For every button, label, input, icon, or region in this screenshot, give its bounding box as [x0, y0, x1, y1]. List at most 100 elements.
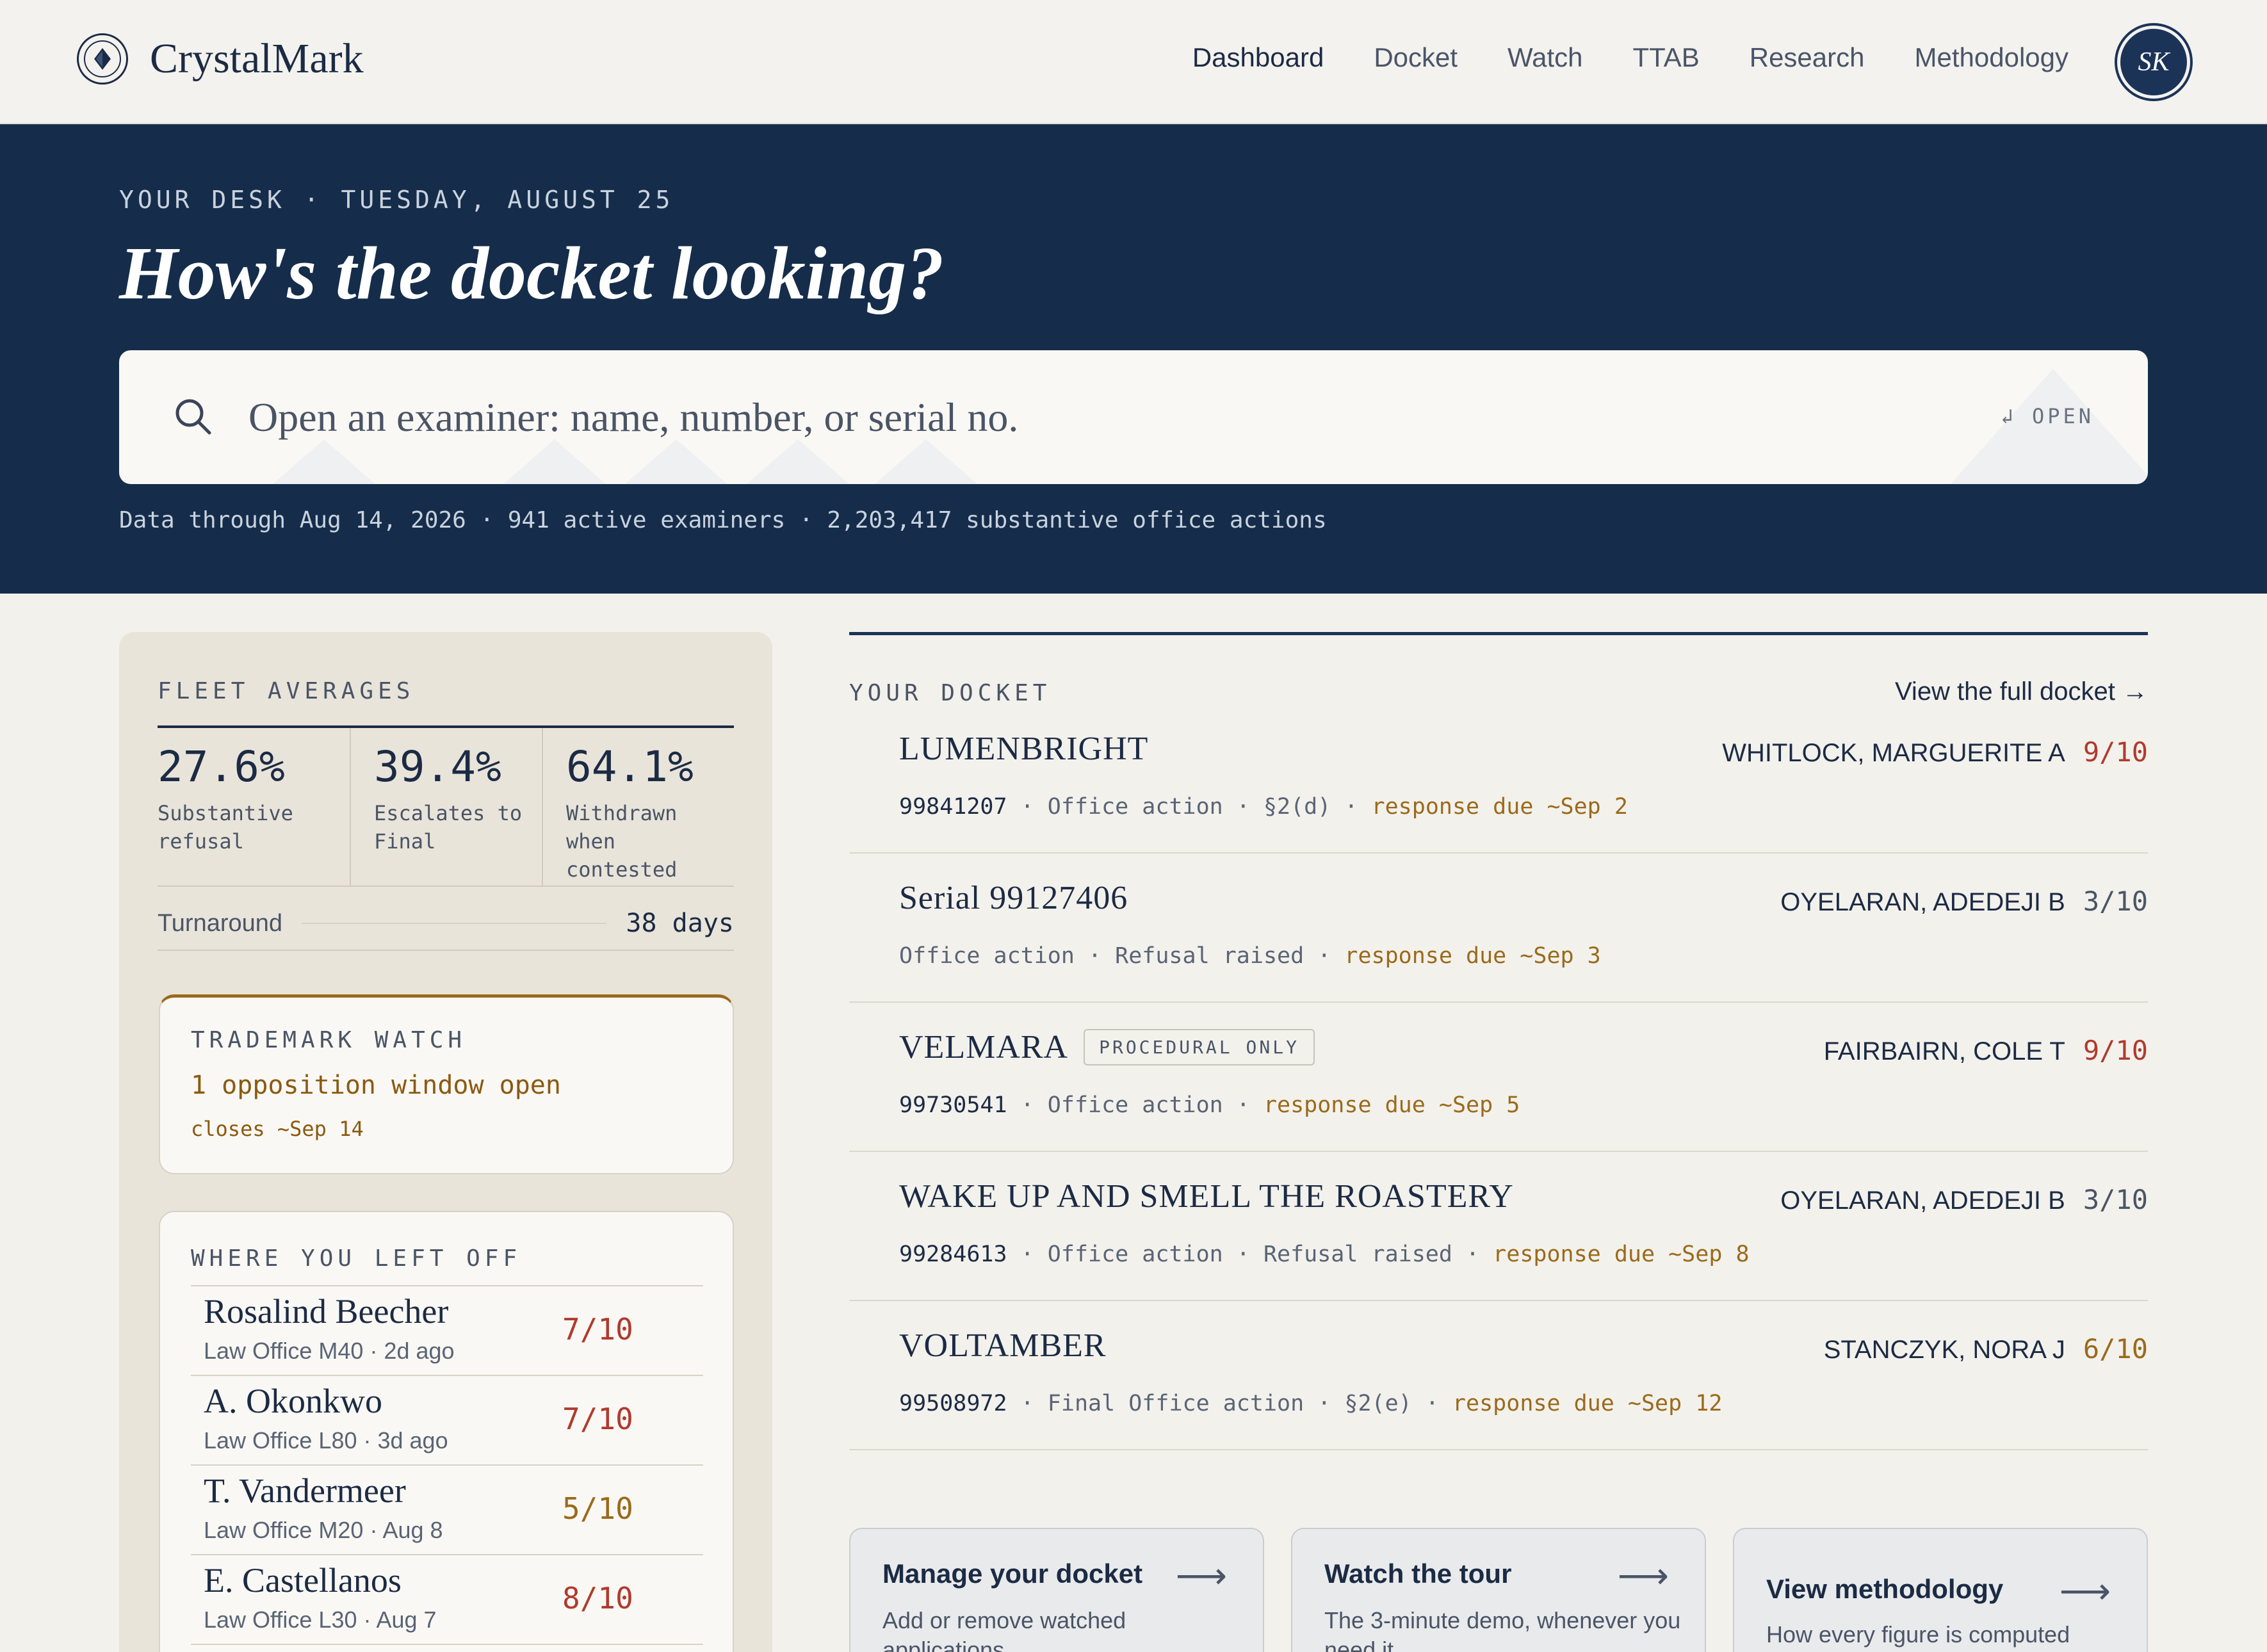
docket-row[interactable]: Serial 99127406 Office action · Refusal … [849, 854, 2148, 1003]
examiner-score: 8/10 [562, 1581, 633, 1616]
stat-value: 64.1% [566, 742, 694, 791]
view-full-docket-link[interactable]: View the full docket → [1895, 677, 2148, 706]
examiner-name[interactable]: STANCZYK, NORA J [1824, 1336, 2065, 1365]
stat-caption: Withdrawn when contested [566, 801, 678, 882]
examiner-score: 6/10 [2083, 1333, 2148, 1365]
search-input[interactable] [248, 382, 1914, 453]
divider [302, 923, 607, 924]
trademark-watch-card[interactable]: TRADEMARK WATCH 1 opposition window open… [159, 994, 734, 1174]
mark-title-wrap: LUMENBRIGHT [899, 730, 1148, 768]
docket-row[interactable]: VOLTAMBER 99508972 · Final Office action… [849, 1301, 2148, 1450]
action-type: Office action [1047, 1092, 1223, 1118]
manage-docket-card[interactable]: Manage your docket ⟶ Add or remove watch… [849, 1528, 1264, 1652]
page-title: How's the docket looking? [119, 231, 945, 315]
brand-name: CrystalMark [150, 35, 364, 82]
docket-meta: Office action · Refusal raised · respons… [899, 943, 1601, 969]
view-methodology-card[interactable]: View methodology ⟶ How every figure is c… [1733, 1528, 2148, 1652]
docket-meta: 99284613 · Office action · Refusal raise… [899, 1242, 1750, 1267]
docket-row[interactable]: VELMARA PROCEDURAL ONLY 99730541 · Offic… [849, 1003, 2148, 1152]
card-title: Watch the tour [1324, 1559, 1512, 1589]
examiner-office: Law Office M20 · Aug 8 [204, 1517, 443, 1543]
nav-ttab[interactable]: TTAB [1633, 42, 1700, 73]
trademark-watch-label: TRADEMARK WATCH [191, 1027, 467, 1053]
action-type: Office action · Refusal raised [899, 943, 1304, 969]
docket-meta: 99730541 · Office action · response due … [899, 1092, 1520, 1118]
action-type: Office action · §2(d) [1047, 794, 1331, 820]
main-nav: Dashboard Docket Watch TTAB Research Met… [1192, 42, 2068, 73]
examiner-name[interactable]: FAIRBAIRN, COLE T [1824, 1037, 2065, 1066]
hero-section: YOUR DESK · TUESDAY, AUGUST 25 How's the… [0, 124, 2267, 594]
examiner-info: WHITLOCK, MARGUERITE A 9/10 [1722, 736, 2148, 768]
examiner-score: 7/10 [562, 1312, 633, 1347]
docket-header: YOUR DOCKET View the full docket → [849, 635, 2148, 706]
card-title: View methodology [1766, 1574, 2004, 1604]
examiner-score: 3/10 [2083, 886, 2148, 917]
opposition-close-date: closes ~Sep 14 [191, 1117, 364, 1141]
stat-escalates-to-final: 39.4% Escalates to Final [350, 728, 542, 886]
response-due: response due ~Sep 3 [1344, 943, 1601, 969]
nav-methodology[interactable]: Methodology [1915, 42, 2069, 73]
watch-tour-card[interactable]: Watch the tour ⟶ The 3-minute demo, when… [1291, 1528, 1706, 1652]
list-item[interactable]: E. Castellanos Law Office L30 · Aug 7 8/… [191, 1555, 703, 1645]
date-eyebrow: YOUR DESK · TUESDAY, AUGUST 25 [119, 186, 674, 214]
examiner-score: 9/10 [2083, 736, 2148, 768]
examiner-name: E. Castellanos [204, 1561, 402, 1599]
turnaround-label: Turnaround [158, 909, 283, 937]
arrow-right-icon: ⟶ [2059, 1571, 2111, 1611]
card-description: How every figure is computed [1766, 1621, 2070, 1648]
examiner-info: OYELARAN, ADEDEJI B 3/10 [1780, 886, 2148, 917]
mark-title: VOLTAMBER [899, 1327, 1107, 1364]
user-avatar[interactable]: SK [2117, 26, 2190, 99]
action-type: Final Office action · §2(e) [1047, 1391, 1412, 1416]
mark-title-wrap: WAKE UP AND SMELL THE ROASTERY [899, 1178, 1514, 1215]
examiner-name[interactable]: WHITLOCK, MARGUERITE A [1722, 739, 2065, 768]
response-due: response due ~Sep 8 [1493, 1242, 1750, 1267]
your-docket-label: YOUR DOCKET [849, 680, 1052, 706]
mark-title-wrap: Serial 99127406 [899, 879, 1128, 917]
response-due: response due ~Sep 5 [1263, 1092, 1520, 1118]
where-you-left-off-card: WHERE YOU LEFT OFF Rosalind Beecher Law … [159, 1211, 734, 1652]
examiner-office: Law Office L80 · 3d ago [204, 1427, 448, 1454]
nav-watch[interactable]: Watch [1507, 42, 1582, 73]
card-description: The 3-minute demo, whenever you need it [1324, 1607, 1681, 1652]
examiner-info: FAIRBAIRN, COLE T 9/10 [1824, 1035, 2148, 1066]
brand[interactable]: CrystalMark [77, 33, 364, 85]
stat-withdrawn-when-contested: 64.1% Withdrawn when contested [542, 728, 734, 886]
examiner-name: A. Okonkwo [204, 1382, 382, 1420]
open-button[interactable]: ↲ OPEN [2001, 404, 2094, 428]
where-you-left-off-label: WHERE YOU LEFT OFF [191, 1245, 522, 1272]
fleet-averages-label: FLEET AVERAGES [158, 678, 415, 704]
turnaround-row: Turnaround 38 days [158, 897, 734, 951]
examiner-office: Law Office L30 · Aug 7 [204, 1607, 437, 1633]
serial-number: 99508972 [899, 1391, 1007, 1416]
nav-dashboard[interactable]: Dashboard [1192, 42, 1324, 73]
stat-substantive-refusal: 27.6% Substantive refusal [158, 728, 350, 886]
serial-number: 99730541 [899, 1092, 1007, 1118]
docket-row[interactable]: WAKE UP AND SMELL THE ROASTERY 99284613 … [849, 1152, 2148, 1301]
examiner-name: Rosalind Beecher [204, 1292, 449, 1331]
list-item[interactable]: A. Okonkwo Law Office L80 · 3d ago 7/10 [191, 1376, 703, 1466]
recent-examiners-list: Rosalind Beecher Law Office M40 · 2d ago… [191, 1285, 703, 1645]
list-item[interactable]: Rosalind Beecher Law Office M40 · 2d ago… [191, 1286, 703, 1376]
procedural-badge: PROCEDURAL ONLY [1084, 1029, 1315, 1065]
response-due: response due ~Sep 2 [1371, 794, 1628, 820]
list-item[interactable]: T. Vandermeer Law Office M20 · Aug 8 5/1… [191, 1466, 703, 1555]
examiner-name[interactable]: OYELARAN, ADEDEJI B [1780, 1186, 2065, 1215]
examiner-search-box[interactable]: ↲ OPEN [119, 350, 2148, 484]
stat-value: 27.6% [158, 742, 285, 791]
response-due: response due ~Sep 12 [1452, 1391, 1723, 1416]
nav-research[interactable]: Research [1750, 42, 1865, 73]
mark-title: WAKE UP AND SMELL THE ROASTERY [899, 1178, 1514, 1215]
your-docket-section: YOUR DOCKET View the full docket → LUMEN… [849, 632, 2148, 1450]
fleet-stats: 27.6% Substantive refusal 39.4% Escalate… [158, 725, 734, 887]
stat-caption: Substantive refusal [158, 801, 293, 854]
examiner-score: 9/10 [2083, 1035, 2148, 1066]
examiner-office: Law Office M40 · 2d ago [204, 1338, 455, 1364]
serial-number: 99284613 [899, 1242, 1007, 1267]
examiner-name[interactable]: OYELARAN, ADEDEJI B [1780, 888, 2065, 917]
mark-title-wrap: VELMARA PROCEDURAL ONLY [899, 1028, 1315, 1066]
opposition-window-status: 1 opposition window open [191, 1071, 561, 1100]
docket-row[interactable]: LUMENBRIGHT 99841207 · Office action · §… [849, 704, 2148, 854]
nav-docket[interactable]: Docket [1374, 42, 1458, 73]
mark-title: LUMENBRIGHT [899, 731, 1149, 767]
